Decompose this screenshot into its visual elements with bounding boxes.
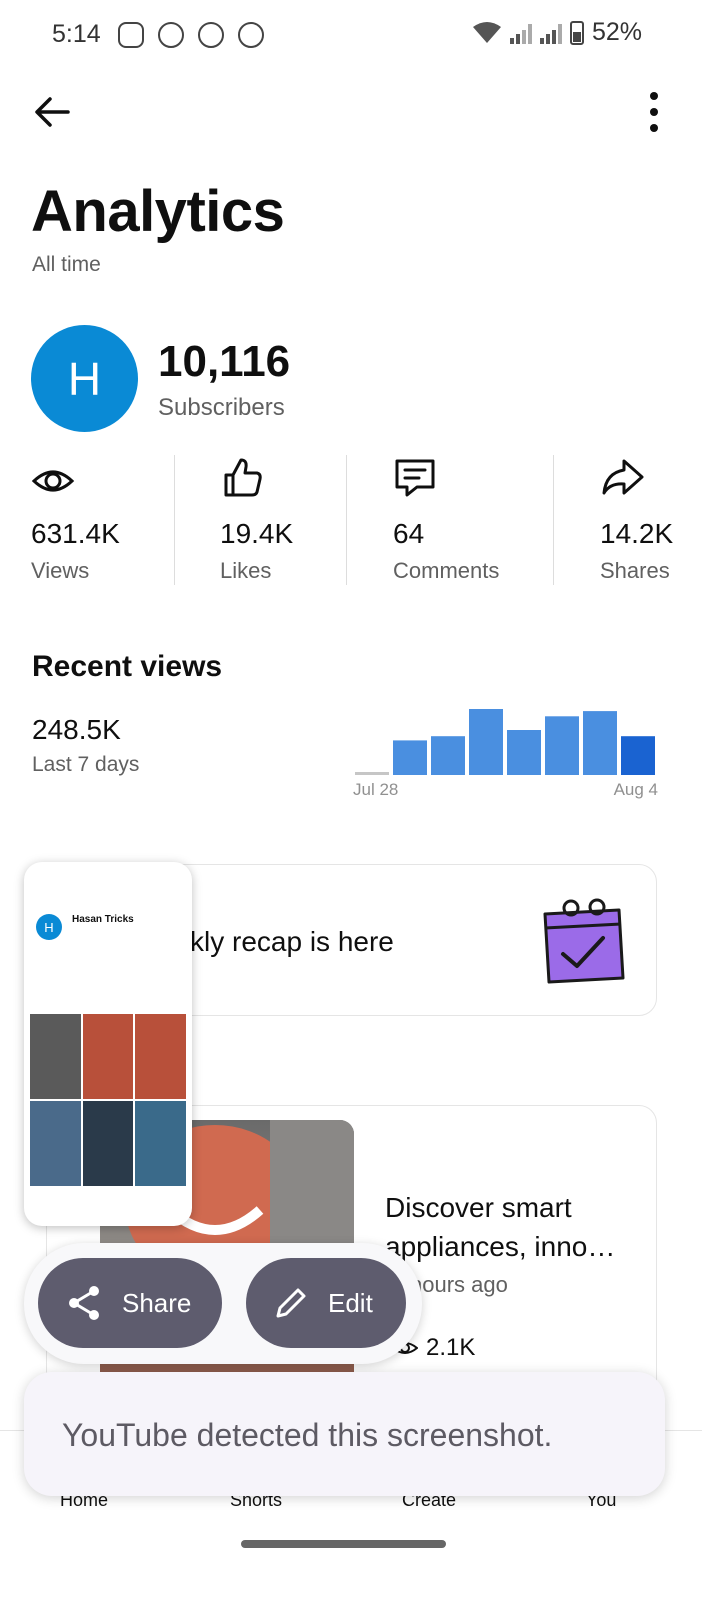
comment-icon	[395, 459, 435, 497]
more-dot-icon	[650, 92, 658, 100]
pencil-icon	[276, 1288, 306, 1318]
weekly-recap-text: kly recap is here	[190, 926, 394, 957]
recent-views-title: Recent views	[32, 650, 223, 683]
subscriber-label: Subscribers	[158, 394, 285, 421]
instagram-icon	[118, 22, 144, 48]
more-options-button[interactable]	[646, 92, 662, 132]
chart-date-start: Jul 28	[353, 780, 399, 799]
status-indicators: 52%	[472, 18, 642, 47]
mini-video-grid	[30, 1014, 186, 1186]
back-arrow-icon	[35, 97, 70, 127]
signal-2-icon	[539, 22, 562, 44]
calendar-check-icon	[543, 898, 625, 984]
chart-bar	[545, 716, 579, 775]
chart-bar	[355, 772, 389, 775]
chart-bar	[469, 709, 503, 775]
edit-button-label: Edit	[328, 1287, 373, 1318]
page-subtitle: All time	[32, 253, 101, 276]
battery-percent: 52%	[591, 18, 642, 46]
mini-channel-name: Hasan Tricks	[72, 914, 134, 925]
channel-avatar[interactable]: H	[31, 325, 138, 432]
stat-comments-label: Comments	[393, 558, 500, 583]
stat-likes-value: 19.4K	[220, 518, 294, 549]
recent-views-value: 248.5K	[32, 714, 121, 745]
share-icon	[69, 1286, 99, 1320]
stat-comments[interactable]: 64 Comments	[393, 455, 533, 585]
chart-bar	[393, 740, 427, 775]
page-title: Analytics	[31, 179, 285, 244]
recommendation-meta: hours ago	[410, 1272, 508, 1297]
status-app-icons	[118, 22, 264, 48]
more-dot-icon	[650, 108, 658, 116]
mini-video-tile	[135, 1014, 186, 1099]
chart-bar	[507, 730, 541, 775]
mini-video-tile	[30, 1014, 81, 1099]
mini-video-tile	[30, 1101, 81, 1186]
mini-video-tile	[82, 1101, 134, 1186]
facebook-icon	[238, 22, 264, 48]
edit-button[interactable]: Edit	[246, 1258, 406, 1348]
chart-date-end: Aug 4	[613, 780, 658, 799]
stat-likes[interactable]: 19.4K Likes	[220, 455, 340, 585]
stat-comments-value: 64	[393, 518, 425, 549]
pinterest-icon	[158, 22, 184, 48]
wifi-icon	[472, 21, 501, 43]
share-button-label: Share	[122, 1287, 192, 1318]
subscriber-count: 10,116	[158, 337, 291, 386]
status-bar: 5:14 52%	[0, 0, 702, 72]
recommendation-views-count: 2.1K	[426, 1334, 476, 1361]
mini-video-tile	[82, 1014, 134, 1099]
stat-views-value: 631.4K	[31, 518, 120, 549]
recent-views-chart[interactable]	[353, 705, 657, 775]
toast-message: YouTube detected this screenshot.	[62, 1417, 553, 1453]
snapchat-icon	[198, 22, 224, 48]
more-dot-icon	[650, 124, 658, 132]
mini-video-tile	[135, 1101, 186, 1186]
stat-divider	[346, 455, 347, 585]
share-button[interactable]: Share	[38, 1258, 222, 1348]
chart-bar	[583, 711, 617, 775]
stat-likes-label: Likes	[220, 558, 272, 583]
stat-shares-label: Shares	[600, 558, 670, 583]
mini-channel-avatar: H	[36, 914, 62, 940]
stat-divider	[553, 455, 554, 585]
thumbs-up-icon	[224, 458, 262, 497]
chart-bar	[621, 736, 655, 775]
status-time: 5:14	[52, 20, 101, 48]
recent-views-period: Last 7 days	[32, 753, 140, 776]
battery-icon	[569, 20, 584, 45]
stat-shares-value: 14.2K	[600, 518, 674, 549]
signal-icon	[509, 22, 532, 44]
stat-views[interactable]: 631.4K Views	[31, 455, 171, 585]
back-button[interactable]	[28, 88, 76, 136]
screenshot-preview[interactable]: H Hasan Tricks	[24, 862, 192, 1226]
eye-icon	[31, 470, 75, 492]
stat-shares[interactable]: 14.2K Shares	[600, 455, 690, 585]
stat-divider	[174, 455, 175, 585]
gesture-bar[interactable]	[241, 1540, 446, 1548]
stat-views-label: Views	[31, 558, 90, 583]
chart-bar	[431, 736, 465, 775]
share-arrow-icon	[602, 459, 644, 495]
recommendation-title[interactable]: Discover smart appliances, inno…	[385, 1188, 645, 1266]
